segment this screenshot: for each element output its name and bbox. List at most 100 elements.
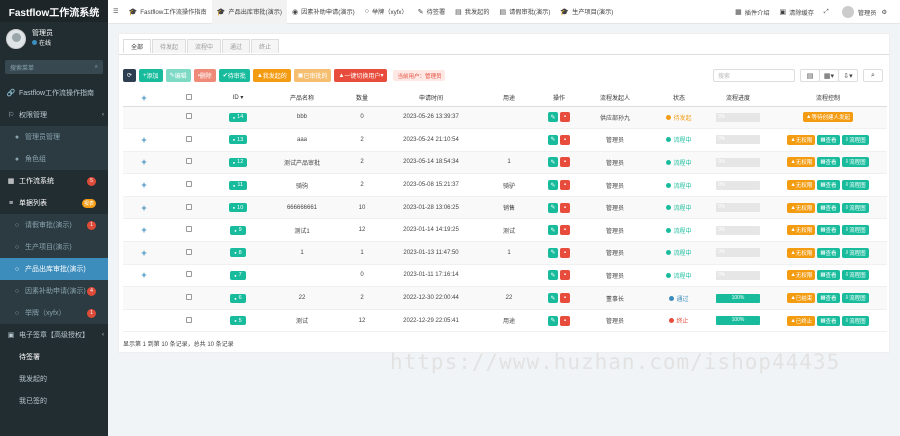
edit-icon[interactable]: ✎ bbox=[548, 225, 558, 236]
checkbox-cell[interactable] bbox=[165, 106, 213, 130]
expand-icon[interactable]: + bbox=[141, 135, 146, 145]
control-button-2[interactable]: ⇩ 流程图 bbox=[841, 134, 869, 145]
top-tab-5[interactable]: ▤ 我发起的 bbox=[450, 0, 494, 24]
sidebar-item-13[interactable]: 我发起的 bbox=[0, 368, 108, 390]
checkbox-cell[interactable] bbox=[165, 196, 213, 220]
sidebar-item-11[interactable]: ▣ 电子签章【高级授权】 ‹ bbox=[0, 324, 108, 346]
delete-icon[interactable]: ▪ bbox=[560, 315, 570, 326]
expand-all-header[interactable]: + bbox=[123, 90, 166, 107]
control-button-2[interactable]: ⇩ 流程图 bbox=[841, 225, 869, 236]
table-row[interactable]: 62222022-12-30 22:00:4422✎▪董事长通过100%▲ 已结… bbox=[123, 286, 887, 310]
control-button-0[interactable]: ▲ 无权限 bbox=[787, 134, 816, 145]
search-icon[interactable]: ⌕ bbox=[863, 69, 883, 82]
table-row[interactable]: +10666666661102023-01-28 13:06:25销售✎▪管理员… bbox=[123, 196, 887, 220]
sidebar-item-4[interactable]: ▦ 工作流系统 5 bbox=[0, 170, 108, 192]
control-button-2[interactable]: ⇩ 流程图 bbox=[841, 157, 869, 168]
filter-tab-0[interactable]: 全部 bbox=[123, 39, 152, 53]
expand-icon[interactable]: + bbox=[141, 270, 146, 280]
delete-icon[interactable]: ▪ bbox=[560, 157, 570, 168]
sidebar-item-12[interactable]: 待签署 bbox=[0, 346, 108, 368]
mine-button[interactable]: ▲ 我发起的 bbox=[252, 69, 291, 82]
expand-cell[interactable]: + bbox=[123, 151, 166, 175]
sidebar-item-10[interactable]: ○ 举牌（xyfx） 1 bbox=[0, 302, 108, 324]
expand-icon[interactable]: + bbox=[141, 180, 146, 190]
sidebar-item-1[interactable]: ⚐ 权限管理 ‹ bbox=[0, 104, 108, 126]
top-user-name[interactable]: 管理员 bbox=[858, 8, 877, 17]
sidebar-item-3[interactable]: ● 角色组 bbox=[0, 148, 108, 170]
control-button-0[interactable]: ▲ 无权限 bbox=[787, 270, 816, 281]
control-button-2[interactable]: ⇩ 流程图 bbox=[841, 270, 869, 281]
control-button-2[interactable]: ⇩ 流程图 bbox=[841, 202, 869, 213]
delete-icon[interactable]: ▪ bbox=[560, 225, 570, 236]
switch-user-button[interactable]: ▲ 一键切换用户 ▾ bbox=[334, 69, 388, 82]
column-header-2[interactable]: 数量 bbox=[341, 90, 383, 107]
top-tab-4[interactable]: ✎ 待签署 bbox=[413, 0, 450, 24]
control-button-0[interactable]: ▲ 等待创建人发起 bbox=[803, 112, 853, 123]
table-search-input[interactable]: 搜索 bbox=[713, 69, 795, 82]
column-header-6[interactable]: 流程发起人 bbox=[579, 90, 651, 107]
control-button-1[interactable]: ▦ 查看 bbox=[817, 202, 840, 213]
toggle-view-icon[interactable]: ▤ bbox=[800, 69, 820, 82]
sort-icon[interactable]: ▾ bbox=[239, 95, 243, 101]
row-checkbox[interactable] bbox=[186, 294, 193, 301]
sidebar-item-6[interactable]: ○ 请假审批(演示) 1 bbox=[0, 214, 108, 236]
top-tab-7[interactable]: 🎓 生产项目(演示) bbox=[555, 0, 618, 24]
edit-icon[interactable]: ✎ bbox=[548, 202, 558, 213]
delete-icon[interactable]: ▪ bbox=[560, 270, 570, 281]
row-checkbox[interactable] bbox=[186, 135, 193, 142]
checkbox-cell[interactable] bbox=[165, 218, 213, 243]
top-tab-0[interactable]: 🎓 Fastflow工作流操作指南 bbox=[124, 0, 212, 24]
control-button-2[interactable]: ⇩ 流程图 bbox=[841, 247, 869, 258]
sidebar-item-0[interactable]: 🔗 Fastflow工作流操作指南 bbox=[0, 82, 108, 104]
row-checkbox[interactable] bbox=[186, 158, 193, 165]
table-row[interactable]: +13 aaa22023-05-24 21:10:54 ✎▪ 管理员 流程中 0% ▲ 无权… bbox=[123, 128, 887, 152]
column-header-4[interactable]: 用途 bbox=[479, 90, 539, 107]
control-button-1[interactable]: ▦ 查看 bbox=[817, 225, 840, 236]
control-button-0[interactable]: ▲ 无权限 bbox=[787, 225, 816, 236]
edit-icon[interactable]: ✎ bbox=[548, 134, 558, 145]
sidebar-item-8[interactable]: ○ 产品出库审批(演示) bbox=[0, 258, 108, 280]
control-button-2[interactable]: ⇩ 流程图 bbox=[841, 315, 869, 326]
column-header-9[interactable]: 流程控制 bbox=[769, 90, 887, 107]
select-all-header[interactable] bbox=[165, 90, 213, 107]
control-button-0[interactable]: ▲ 无权限 bbox=[787, 180, 816, 191]
delete-icon[interactable]: ▪ bbox=[560, 247, 570, 258]
filter-tab-2[interactable]: 流程中 bbox=[187, 39, 222, 53]
search-icon[interactable]: ⌕ bbox=[95, 64, 98, 71]
control-button-1[interactable]: ▦ 查看 bbox=[817, 293, 840, 304]
sidebar-item-7[interactable]: ○ 生产项目(演示) bbox=[0, 236, 108, 258]
delete-icon[interactable]: ▪ bbox=[560, 134, 570, 145]
sidebar-item-14[interactable]: 我已签的 bbox=[0, 390, 108, 412]
columns-icon[interactable]: ▦▾ bbox=[819, 69, 839, 82]
table-row[interactable]: +9 测试1122023-01-14 14:19:25测试 ✎▪ 管理员 流程中 0% ▲ … bbox=[123, 218, 887, 243]
checkbox-cell[interactable] bbox=[165, 173, 213, 197]
checkbox-cell[interactable] bbox=[165, 286, 213, 310]
column-header-7[interactable]: 状态 bbox=[651, 90, 707, 107]
table-row[interactable]: +11 骑驹22023-05-08 15:21:37骑驴 ✎▪ 管理员 流程中 0% ▲ 无… bbox=[123, 173, 887, 197]
fullscreen-icon[interactable]: ⤢ bbox=[819, 0, 834, 24]
refresh-button[interactable]: ⟳ bbox=[123, 69, 137, 82]
edit-icon[interactable]: ✎ bbox=[548, 247, 558, 258]
edit-icon[interactable]: ✎ bbox=[548, 180, 558, 191]
control-button-0[interactable]: ▲ 无权限 bbox=[787, 202, 816, 213]
control-button-0[interactable]: ▲ 已结束 bbox=[787, 293, 816, 304]
expand-icon[interactable]: + bbox=[141, 203, 146, 213]
edit-icon[interactable]: ✎ bbox=[548, 315, 558, 326]
checkbox-cell[interactable] bbox=[165, 241, 213, 265]
sidebar-item-9[interactable]: ○ 因素补助申请(演示) 4 bbox=[0, 280, 108, 302]
edit-icon[interactable]: ✎ bbox=[548, 112, 558, 123]
row-checkbox[interactable] bbox=[186, 181, 193, 188]
filter-tab-1[interactable]: 待发起 bbox=[152, 39, 187, 53]
expand-cell[interactable]: + bbox=[123, 128, 166, 152]
column-header-3[interactable]: 申请时间 bbox=[383, 90, 479, 107]
control-button-0[interactable]: ▲ 无权限 bbox=[787, 157, 816, 168]
select-all-checkbox[interactable] bbox=[186, 93, 193, 100]
control-button-1[interactable]: ▦ 查看 bbox=[817, 247, 840, 258]
sidebar-item-5[interactable]: ≡ 单据列表 报表 bbox=[0, 192, 108, 214]
checkbox-cell[interactable] bbox=[165, 151, 213, 175]
plugin-link[interactable]: ▦ 插件介绍 bbox=[730, 0, 774, 24]
expand-icon[interactable]: + bbox=[141, 248, 146, 258]
table-row[interactable]: +8112023-01-13 11:47:501✎▪管理员流程中0%▲ 无权限▦… bbox=[123, 241, 887, 265]
expand-cell[interactable]: + bbox=[123, 264, 166, 288]
expand-icon[interactable]: + bbox=[141, 157, 146, 167]
